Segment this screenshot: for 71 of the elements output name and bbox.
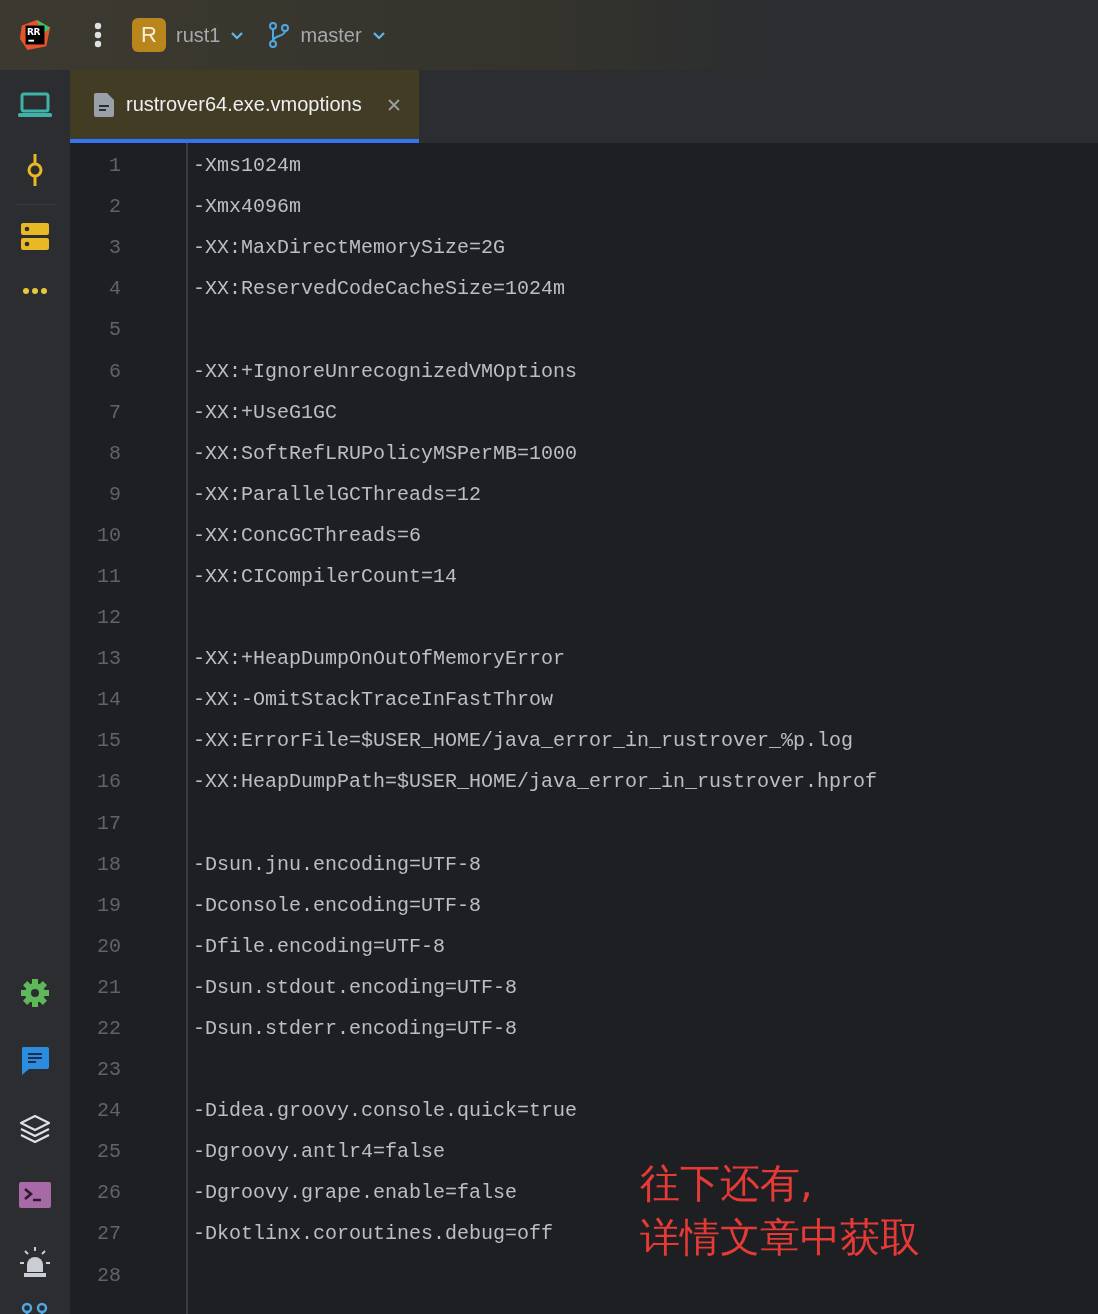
line-number: 19 xyxy=(96,893,121,917)
server-icon[interactable] xyxy=(21,223,49,251)
line-number: 6 xyxy=(108,359,121,383)
line-number: 23 xyxy=(96,1058,121,1082)
laptop-icon[interactable] xyxy=(18,92,52,118)
line-number: 26 xyxy=(96,1181,121,1205)
line-number: 21 xyxy=(96,975,121,999)
code-line: -XX:CICompilerCount=14 xyxy=(193,565,458,588)
line-number: 22 xyxy=(96,1017,121,1040)
line-number: 11 xyxy=(96,565,121,588)
editor-tab[interactable]: rustrover64.exe.vmoptions xyxy=(70,70,419,143)
code-line: -XX:ParallelGCThreads=12 xyxy=(193,482,482,506)
line-number: 5 xyxy=(108,318,121,342)
alarm-icon[interactable] xyxy=(19,1246,51,1278)
code-line: -Didea.groovy.console.quick=true xyxy=(193,1099,578,1123)
code-line: -Xms1024m xyxy=(193,154,302,178)
line-number: 15 xyxy=(96,729,121,753)
chat-icon[interactable] xyxy=(20,1046,50,1076)
line-number: 7 xyxy=(108,400,121,424)
chevron-down-icon xyxy=(230,30,245,40)
settings-icon[interactable] xyxy=(20,978,50,1008)
line-number: 4 xyxy=(108,277,121,301)
commit-icon[interactable] xyxy=(27,154,43,186)
line-number: 24 xyxy=(96,1099,121,1123)
code-line: -Dconsole.encoding=UTF-8 xyxy=(193,893,482,917)
code-line: -Dgroovy.antlr4=false xyxy=(193,1140,446,1164)
terminal-icon[interactable] xyxy=(19,1182,51,1208)
line-number: 13 xyxy=(96,647,121,671)
code-line: -Dkotlinx.coroutines.debug=off xyxy=(193,1222,554,1246)
line-number: 25 xyxy=(96,1140,121,1164)
line-number: 10 xyxy=(96,523,121,547)
code-line: -Dsun.jnu.encoding=UTF-8 xyxy=(193,852,482,876)
line-number: 14 xyxy=(96,688,121,712)
code-line: -XX:ConcGCThreads=6 xyxy=(193,523,422,547)
code-line: -XX:ReservedCodeCacheSize=1024m xyxy=(193,277,566,301)
line-number: 2 xyxy=(108,195,121,219)
line-number: 1 xyxy=(108,154,121,178)
more-icon[interactable] xyxy=(22,287,48,295)
line-number: 27 xyxy=(96,1222,121,1246)
annotation-text: 往下还有, 详情文章中获取 xyxy=(640,1159,920,1262)
project-avatar: R xyxy=(132,18,166,52)
chevron-down-icon xyxy=(371,30,386,40)
code-line: -Dgroovy.grape.enable=false xyxy=(193,1181,518,1205)
file-icon xyxy=(94,92,114,117)
code-line: -XX:+HeapDumpOnOutOfMemoryError xyxy=(193,647,566,671)
line-number: 9 xyxy=(108,482,121,506)
code-line: -Xmx4096m xyxy=(193,195,302,219)
line-number: 12 xyxy=(96,606,121,630)
line-number: 3 xyxy=(108,236,121,260)
code-line: -XX:HeapDumpPath=$USER_HOME/java_error_in_rustrover.hprof xyxy=(193,770,878,794)
project-selector[interactable]: R rust1 xyxy=(126,14,251,56)
code-line: -Dsun.stdout.encoding=UTF-8 xyxy=(193,975,518,999)
code-line: -Dsun.stderr.encoding=UTF-8 xyxy=(193,1017,518,1040)
line-number: 8 xyxy=(108,441,121,465)
code-line: -XX:SoftRefLRUPolicyMSPerMB=1000 xyxy=(193,441,578,465)
code-line: -XX:MaxDirectMemorySize=2G xyxy=(193,236,506,260)
line-number: 16 xyxy=(96,770,121,794)
code-line: -XX:ErrorFile=$USER_HOME/java_error_in_rustrover_%p.log xyxy=(193,729,854,753)
close-icon[interactable] xyxy=(387,97,401,112)
code-line: -XX:+UseG1GC xyxy=(193,400,338,424)
branch-selector[interactable]: master xyxy=(262,18,392,52)
line-number: 17 xyxy=(96,811,121,835)
line-number: 18 xyxy=(96,852,121,876)
app-logo[interactable]: RR xyxy=(18,18,52,52)
code-line: -Dfile.encoding=UTF-8 xyxy=(193,934,446,958)
layers-icon[interactable] xyxy=(19,1114,51,1144)
more-icon[interactable] xyxy=(94,22,102,48)
line-number: 28 xyxy=(96,1263,121,1287)
line-number: 20 xyxy=(96,934,121,958)
code-line: -XX:-OmitStackTraceInFastThrow xyxy=(193,688,554,712)
code-line: -XX:+IgnoreUnrecognizedVMOptions xyxy=(193,359,578,383)
